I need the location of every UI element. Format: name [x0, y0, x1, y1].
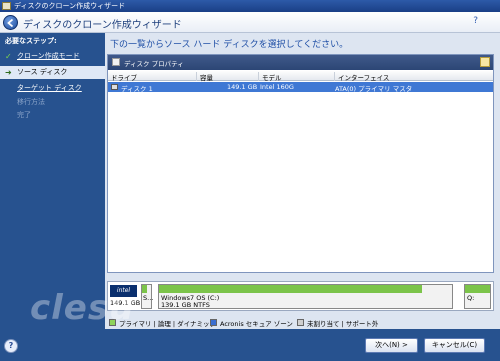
- properties-icon: [112, 58, 120, 66]
- step-source-disk[interactable]: ➜ ソース ディスク: [0, 66, 105, 79]
- partition-usage-bar: [159, 285, 422, 293]
- column-header-drive[interactable]: ドライブ: [108, 72, 196, 82]
- legend-label-unallocated: 未割り当て | サポート外: [307, 320, 379, 328]
- cell-capacity: 149.1 GB: [227, 83, 258, 91]
- legend-swatch-secure-zone: [210, 319, 217, 326]
- steps-sidebar: 必要なステップ: ✓ クローン作成モード ➜ ソース ディスク ターゲット ディ…: [0, 33, 105, 329]
- partition-detail: 139.1 GB NTFS: [161, 301, 210, 309]
- instruction-text: 下の一覧からソース ハード ディスクを選択してください。: [110, 40, 349, 50]
- app-icon: [2, 2, 11, 10]
- partition-q[interactable]: Q:: [464, 284, 491, 309]
- partition-usage-bar: [142, 285, 147, 293]
- help-button[interactable]: ?: [4, 339, 18, 353]
- partition-label: S...: [143, 294, 154, 302]
- wizard-header: ディスクのクローン作成ウィザード ?: [0, 12, 500, 33]
- cell-model: Intel 160G: [260, 83, 294, 91]
- watermark: clesu: [30, 288, 135, 328]
- back-button[interactable]: [3, 15, 18, 30]
- arrow-right-icon: ➜: [5, 68, 12, 77]
- arrow-left-icon: [7, 18, 14, 28]
- step-clone-mode[interactable]: ✓ クローン作成モード: [0, 50, 105, 63]
- panel-toolbar: ディスク プロパティ: [108, 55, 493, 70]
- partition-label: Windows7 OS (C:) 139.1 GB NTFS: [161, 295, 219, 309]
- partition-legend: プライマリ | 論理 | ダイナミック Acronis セキュア ゾーン 未割り…: [107, 318, 494, 328]
- partition-label: Q:: [467, 294, 475, 302]
- window-title: ディスクのクローン作成ウィザード: [14, 2, 126, 10]
- step-migration-method: 移行方法: [0, 96, 105, 109]
- disk-map: intel 149.1 GB S... Windows7 OS (C:) 139…: [107, 281, 494, 311]
- step-label: 移行方法: [17, 98, 45, 106]
- legend-swatch-unallocated: [297, 319, 304, 326]
- step-label: クローン作成モード: [17, 52, 80, 60]
- wizard-title: ディスクのクローン作成ウィザード: [23, 20, 182, 31]
- partition-usage-bar: [465, 285, 490, 293]
- table-row[interactable]: ディスク 1 149.1 GB Intel 160G ATA(0) プライマリ …: [108, 82, 493, 93]
- window-titlebar[interactable]: ディスクのクローン作成ウィザード: [0, 0, 500, 12]
- legend-label-secure-zone: Acronis セキュア ゾーン: [220, 320, 293, 328]
- disk-properties-button[interactable]: ディスク プロパティ: [124, 58, 184, 68]
- column-chooser-icon[interactable]: [480, 57, 490, 67]
- steps-section-title: 必要なステップ:: [5, 37, 57, 45]
- partition-c[interactable]: Windows7 OS (C:) 139.1 GB NTFS: [158, 284, 453, 309]
- cancel-button[interactable]: キャンセル(C): [424, 338, 485, 353]
- disk-list-panel: ディスク プロパティ ドライブ 容量 モデル インターフェイス ディスク 1 1…: [107, 54, 494, 273]
- partition-system-reserved[interactable]: S...: [141, 284, 154, 309]
- wizard-footer: ? 次へ(N) > キャンセル(C): [0, 329, 500, 361]
- column-header-model[interactable]: モデル: [258, 72, 334, 82]
- step-label: 完了: [17, 111, 31, 119]
- check-icon: ✓: [5, 52, 12, 61]
- step-finish: 完了: [0, 109, 105, 122]
- next-button[interactable]: 次へ(N) >: [365, 338, 418, 353]
- cell-drive: ディスク 1: [121, 85, 153, 93]
- column-header-capacity[interactable]: 容量: [196, 72, 258, 82]
- cell-interface: ATA(0) プライマリ マスタ: [335, 85, 413, 93]
- step-label: ターゲット ディスク: [17, 84, 82, 92]
- column-header-interface[interactable]: インターフェイス: [334, 72, 493, 82]
- step-target-disk[interactable]: ターゲット ディスク: [0, 82, 105, 95]
- table-header: ドライブ 容量 モデル インターフェイス: [108, 71, 493, 82]
- step-label: ソース ディスク: [17, 68, 68, 76]
- help-icon[interactable]: ?: [473, 16, 478, 26]
- disk-icon: [111, 84, 118, 90]
